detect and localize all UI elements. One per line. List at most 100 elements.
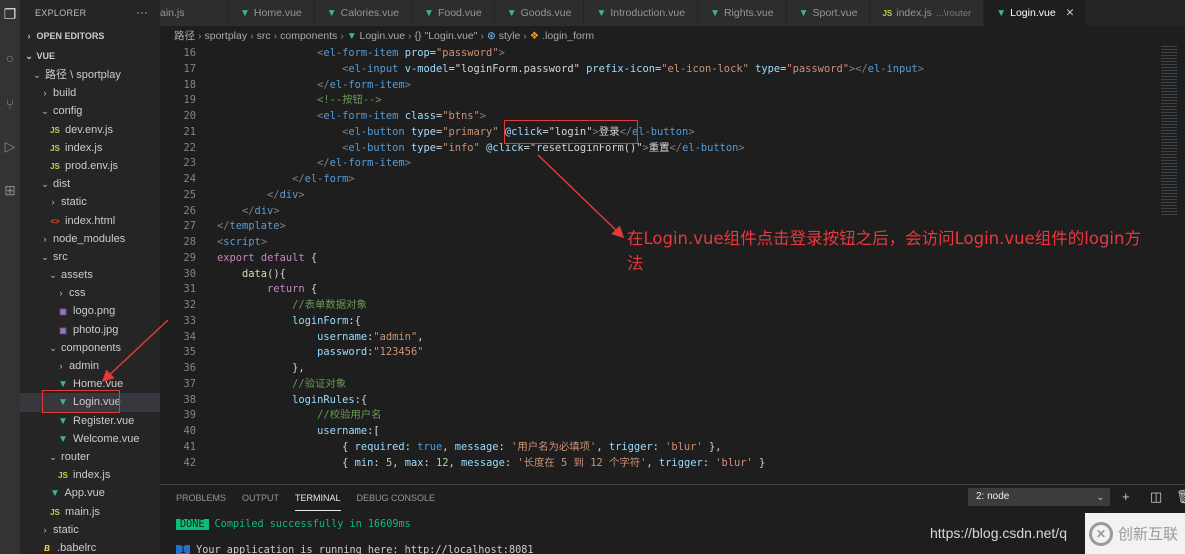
file-tree-item[interactable]: › static bbox=[20, 521, 160, 539]
breadcrumb-item[interactable]: .login_form bbox=[542, 30, 594, 42]
file-tree-item[interactable]: ▣ photo.jpg bbox=[20, 321, 160, 339]
file-tree-label: Register.vue bbox=[70, 414, 135, 427]
source-control-icon[interactable]: ⑂ bbox=[2, 96, 18, 112]
editor-tab[interactable]: ▼ Calories.vue bbox=[314, 0, 413, 26]
minimap[interactable] bbox=[1161, 46, 1177, 216]
terminal-text: Your application is running here: http:/… bbox=[196, 545, 534, 554]
code-line: 16 <el-form-item prop="password"> bbox=[160, 46, 1185, 62]
code-token: el-form-item bbox=[329, 157, 405, 170]
editor-tab[interactable]: JS index.js ...\router bbox=[870, 0, 985, 26]
file-tree-item[interactable]: › node_modules bbox=[20, 230, 160, 248]
panel-tab-debug-console[interactable]: DEBUG CONSOLE bbox=[357, 491, 436, 511]
file-tree-item[interactable]: › static bbox=[20, 193, 160, 211]
code-content: <script> bbox=[217, 235, 267, 251]
file-tree-item[interactable]: ⌄ config bbox=[20, 102, 160, 120]
chevron-right-icon: › bbox=[59, 288, 63, 299]
breadcrumb-item[interactable]: style bbox=[499, 30, 521, 42]
breadcrumb-item[interactable]: components bbox=[280, 30, 337, 42]
editor-tab[interactable]: ▼ Goods.vue bbox=[494, 0, 585, 26]
chevron-down-icon: ⌄ bbox=[41, 179, 49, 190]
terminal-select[interactable]: 2: node ⌄ bbox=[968, 488, 1110, 506]
line-number: 37 bbox=[183, 377, 196, 390]
line-number: 41 bbox=[183, 440, 196, 453]
file-tree-item[interactable]: ⌄ dist bbox=[20, 175, 160, 193]
more-actions-icon[interactable]: ··· bbox=[136, 7, 148, 19]
file-tree-item[interactable]: ⌄ components bbox=[20, 339, 160, 357]
file-tree-item[interactable]: › admin bbox=[20, 357, 160, 375]
code-line: 31 return { bbox=[160, 282, 1185, 298]
add-terminal-icon[interactable]: + bbox=[1122, 488, 1130, 506]
breadcrumb-item[interactable]: Login.vue bbox=[360, 30, 406, 42]
code-token: default bbox=[260, 251, 305, 264]
terminal-line-done: DONE Compiled successfully in 16609ms bbox=[176, 519, 411, 530]
code-token: div bbox=[254, 204, 274, 217]
file-tree-item[interactable]: B .babelrc bbox=[20, 539, 160, 554]
editor-tab[interactable]: ▼ Food.vue bbox=[412, 0, 495, 26]
code-token: export bbox=[217, 251, 255, 264]
code-token: el-form-item bbox=[323, 110, 399, 122]
code-token: : bbox=[404, 440, 418, 453]
code-token: </ bbox=[292, 173, 305, 185]
code-token: </ bbox=[317, 78, 330, 91]
debug-icon[interactable]: ▷ bbox=[2, 138, 18, 154]
editor-tab[interactable]: ain.js bbox=[160, 0, 228, 26]
breadcrumb-item[interactable]: sportplay bbox=[205, 30, 248, 42]
panel-tab-problems[interactable]: PROBLEMS bbox=[176, 491, 226, 511]
file-tree-item[interactable]: ⌄ assets bbox=[20, 266, 160, 284]
chevron-down-icon: ⌄ bbox=[49, 270, 57, 281]
line-number: 24 bbox=[183, 173, 196, 185]
file-tree-item[interactable]: ⌄ 路径 \ sportplay bbox=[20, 66, 160, 84]
code-content: </template> bbox=[217, 219, 286, 235]
babel-file-icon: B bbox=[44, 543, 50, 553]
code-token: 重置 bbox=[648, 141, 670, 154]
file-tree-item[interactable]: ▣ logo.png bbox=[20, 302, 160, 320]
code-token: min bbox=[354, 456, 374, 469]
vue-file-icon: ▼ bbox=[240, 8, 250, 19]
code-token: return bbox=[267, 283, 305, 296]
file-tree-item[interactable]: JS index.js bbox=[20, 139, 160, 157]
file-tree-item[interactable]: ⌄ router bbox=[20, 448, 160, 466]
search-icon[interactable]: ○ bbox=[2, 50, 18, 66]
panel-tab-output[interactable]: OUTPUT bbox=[242, 491, 279, 511]
file-tree-item[interactable]: › build bbox=[20, 84, 160, 102]
line-number: 32 bbox=[183, 299, 196, 311]
extensions-icon[interactable]: ⊞ bbox=[2, 182, 18, 198]
file-tree-item[interactable]: JS main.js bbox=[20, 503, 160, 521]
line-number: 30 bbox=[183, 267, 196, 280]
file-tree-item[interactable]: JS dev.env.js bbox=[20, 121, 160, 139]
code-token: "123456" bbox=[373, 346, 424, 359]
file-tree-item[interactable]: JS index.js bbox=[20, 466, 160, 484]
explorer-icon[interactable]: ❐ bbox=[2, 6, 18, 22]
close-icon[interactable]: ✕ bbox=[1066, 7, 1075, 19]
code-content: </el-form> bbox=[217, 172, 355, 188]
file-tree-item[interactable]: › css bbox=[20, 284, 160, 302]
breadcrumb-item[interactable]: {} "Login.vue" bbox=[415, 30, 478, 42]
file-tree-item[interactable]: ⌄ src bbox=[20, 248, 160, 266]
line-number: 34 bbox=[183, 330, 196, 343]
editor-tab[interactable]: ▼ Introduction.vue bbox=[584, 0, 699, 26]
editor-tab[interactable]: ▼ Rights.vue bbox=[698, 0, 787, 26]
workspace-section[interactable]: ⌄ VUE bbox=[20, 46, 160, 66]
panel-tab-terminal[interactable]: TERMINAL bbox=[295, 491, 341, 511]
code-token: , bbox=[596, 440, 609, 453]
code-line: 23 </el-form-item> bbox=[160, 156, 1185, 172]
file-tree-item[interactable]: <> index.html bbox=[20, 212, 160, 230]
code-content: //验证对象 bbox=[217, 377, 346, 393]
trash-icon[interactable]: 🗑 bbox=[1176, 488, 1185, 506]
editor-tab[interactable]: ▼ Sport.vue bbox=[786, 0, 871, 26]
breadcrumb-item[interactable]: 路径 bbox=[174, 30, 195, 42]
file-tree-item[interactable]: JS prod.env.js bbox=[20, 157, 160, 175]
code-token: "btns" bbox=[442, 110, 480, 122]
file-tree-item[interactable]: ▼ Register.vue bbox=[20, 412, 160, 430]
file-tree-item[interactable]: ▼ Welcome.vue bbox=[20, 430, 160, 448]
file-tree-item[interactable]: ▼ App.vue bbox=[20, 484, 160, 502]
open-editors-section[interactable]: › OPEN EDITORS bbox=[20, 26, 160, 46]
editor-tab[interactable]: ▼ Home.vue bbox=[228, 0, 315, 26]
breadcrumb-item[interactable]: src bbox=[257, 30, 271, 42]
line-number: 23 bbox=[183, 157, 196, 170]
tab-label: Food.vue bbox=[437, 7, 482, 19]
terminal-line-info: I Your application is running here: http:… bbox=[176, 545, 533, 554]
split-terminal-icon[interactable]: ◫ bbox=[1150, 488, 1162, 506]
editor-tab[interactable]: ▼ Login.vue ✕ bbox=[984, 0, 1088, 26]
line-number: 28 bbox=[183, 236, 196, 248]
